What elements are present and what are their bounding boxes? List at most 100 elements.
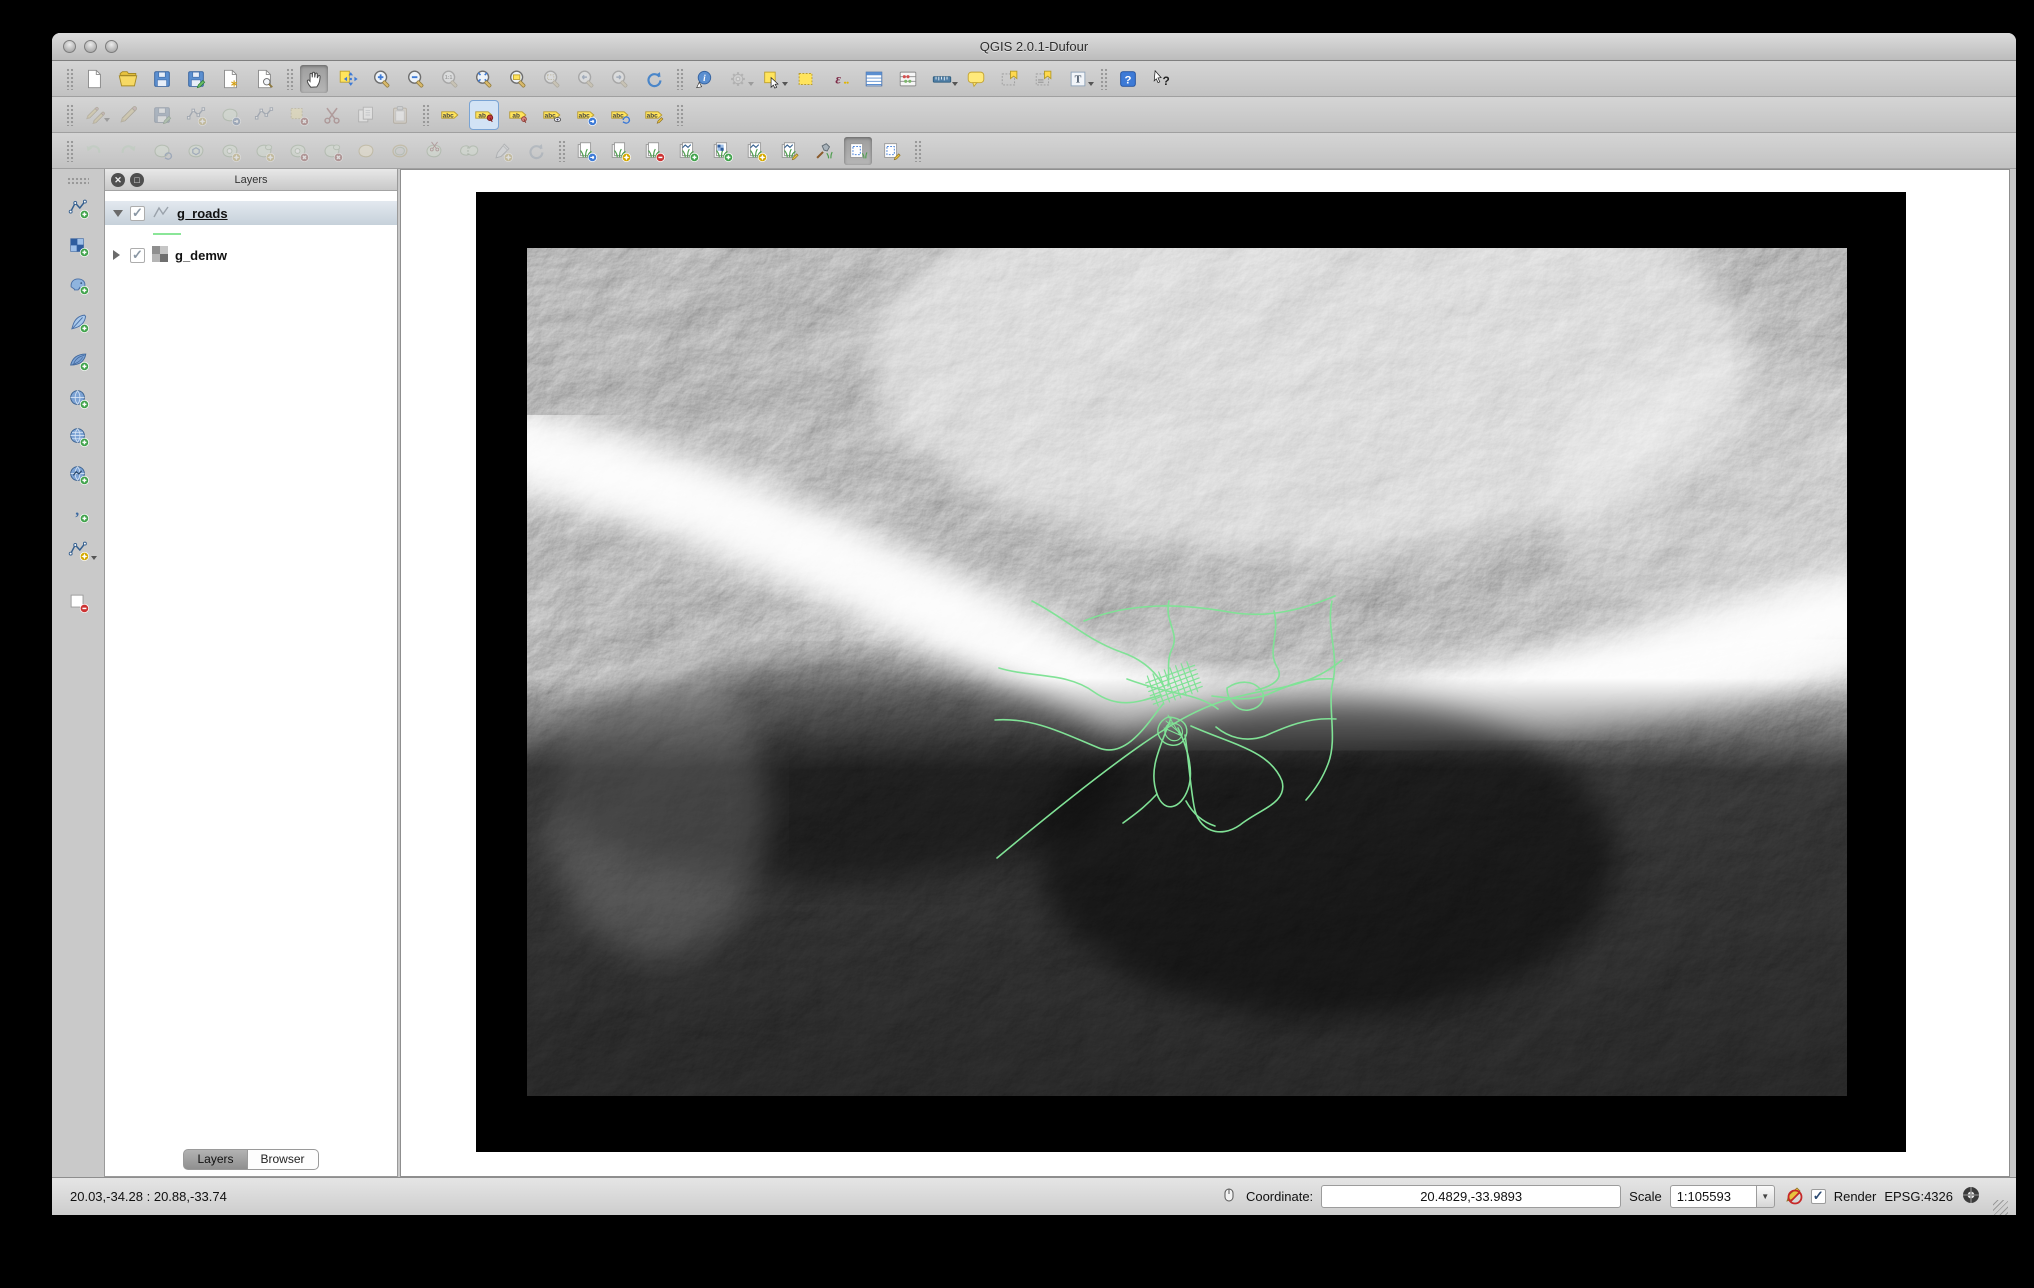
node-tool-icon[interactable] [250, 101, 278, 129]
create-grass-vector-icon[interactable] [742, 137, 770, 165]
simplify-feature-icon[interactable] [182, 137, 210, 165]
select-by-expression-icon[interactable]: ε [826, 65, 854, 93]
open-mapset-icon[interactable] [572, 137, 600, 165]
zoom-next-icon[interactable] [606, 65, 634, 93]
help-contents-icon[interactable]: ? [1114, 65, 1142, 93]
scale-dropdown-icon[interactable]: ▼ [1756, 1185, 1775, 1208]
zoom-window-icon[interactable] [105, 40, 118, 53]
highlight-pinned-labels-icon[interactable]: ab [504, 101, 532, 129]
render-checkbox[interactable] [1811, 1189, 1826, 1204]
merge-features-icon[interactable] [454, 137, 482, 165]
pin-unpin-labels-icon[interactable]: ab [470, 101, 498, 129]
display-grass-region-icon[interactable] [844, 137, 872, 165]
save-layer-edits-icon[interactable] [148, 101, 176, 129]
zoom-last-icon[interactable] [572, 65, 600, 93]
paste-features-icon[interactable] [386, 101, 414, 129]
new-project-icon[interactable] [80, 65, 108, 93]
map-canvas[interactable] [400, 169, 2010, 1177]
tab-browser[interactable]: Browser [248, 1149, 319, 1170]
pan-to-selection-icon[interactable] [334, 65, 362, 93]
toggle-editing-icon[interactable] [114, 101, 142, 129]
layer-label[interactable]: g_roads [177, 206, 228, 221]
add-delimited-text-layer-icon[interactable]: , [61, 495, 95, 529]
identify-features-icon[interactable]: i [690, 65, 718, 93]
show-hide-labels-icon[interactable]: abc [538, 101, 566, 129]
add-part-icon[interactable] [250, 137, 278, 165]
rotate-point-symbols-icon[interactable] [522, 137, 550, 165]
layer-row-g-roads[interactable]: g_roads [105, 201, 397, 225]
undo-icon[interactable] [80, 137, 108, 165]
add-spatialite-layer-icon[interactable] [61, 305, 95, 339]
delete-ring-icon[interactable] [284, 137, 312, 165]
run-feature-action-icon[interactable] [724, 65, 752, 93]
composer-manager-icon[interactable] [250, 65, 278, 93]
add-grass-vector-layer-icon[interactable] [674, 137, 702, 165]
cut-features-icon[interactable] [318, 101, 346, 129]
zoom-to-selection-icon[interactable] [538, 65, 566, 93]
reshape-features-icon[interactable] [352, 137, 380, 165]
add-wfs-layer-icon[interactable] [61, 457, 95, 491]
layer-checkbox[interactable] [130, 206, 145, 221]
zoom-in-icon[interactable] [368, 65, 396, 93]
add-wcs-layer-icon[interactable] [61, 419, 95, 453]
panel-close-icon[interactable]: ✕ [111, 173, 125, 187]
offset-curve-icon[interactable] [386, 137, 414, 165]
scale-input[interactable] [1670, 1185, 1756, 1208]
open-project-icon[interactable] [114, 65, 142, 93]
panel-float-icon[interactable]: □ [130, 173, 144, 187]
layer-label[interactable]: g_demw [175, 248, 227, 263]
edit-grass-region-icon[interactable] [878, 137, 906, 165]
text-annotation-icon[interactable]: T [1064, 65, 1092, 93]
new-print-composer-icon[interactable] [216, 65, 244, 93]
crs-status-icon[interactable] [1961, 1185, 1981, 1208]
map-refresh-icon[interactable] [640, 65, 668, 93]
rotate-feature-icon[interactable] [148, 137, 176, 165]
select-features-icon[interactable] [758, 65, 786, 93]
add-mssql-layer-icon[interactable] [61, 343, 95, 377]
window-resize-grip[interactable] [1993, 1200, 2008, 1215]
mouse-position-icon[interactable] [1220, 1186, 1238, 1207]
zoom-out-icon[interactable] [402, 65, 430, 93]
tab-layers[interactable]: Layers [183, 1149, 247, 1170]
title-bar[interactable]: QGIS 2.0.1-Dufour [52, 33, 2016, 61]
zoom-actual-icon[interactable]: 1:1 [436, 65, 464, 93]
field-calculator-icon[interactable] [894, 65, 922, 93]
zoom-to-layer-icon[interactable] [504, 65, 532, 93]
edit-grass-vector-icon[interactable] [776, 137, 804, 165]
show-bookmarks-icon[interactable] [1030, 65, 1058, 93]
new-bookmark-icon[interactable] [996, 65, 1024, 93]
close-window-icon[interactable] [63, 40, 76, 53]
save-project-icon[interactable] [148, 65, 176, 93]
redo-icon[interactable] [114, 137, 142, 165]
save-project-as-icon[interactable] [182, 65, 210, 93]
new-shapefile-layer-icon[interactable] [61, 533, 95, 567]
move-feature-icon[interactable] [216, 101, 244, 129]
open-attribute-table-icon[interactable] [860, 65, 888, 93]
layer-checkbox[interactable] [130, 248, 145, 263]
zoom-full-icon[interactable] [470, 65, 498, 93]
expander-open-icon[interactable] [113, 210, 123, 217]
open-grass-tools-icon[interactable] [810, 137, 838, 165]
coordinate-input[interactable] [1321, 1185, 1621, 1208]
pan-map-icon[interactable] [300, 65, 328, 93]
add-feature-icon[interactable] [182, 101, 210, 129]
fill-ring-icon[interactable] [488, 137, 516, 165]
add-raster-layer-icon[interactable] [61, 229, 95, 263]
delete-selected-icon[interactable] [284, 101, 312, 129]
layer-row-g-demw[interactable]: g_demw [105, 243, 397, 267]
add-ring-icon[interactable] [216, 137, 244, 165]
copy-features-icon[interactable] [352, 101, 380, 129]
map-tips-icon[interactable] [962, 65, 990, 93]
deselect-all-icon[interactable] [792, 65, 820, 93]
change-label-icon[interactable]: abc [640, 101, 668, 129]
current-edits-icon[interactable] [80, 101, 108, 129]
move-label-icon[interactable]: abc [572, 101, 600, 129]
layer-labeling-options-icon[interactable]: abc [436, 101, 464, 129]
delete-part-icon[interactable] [318, 137, 346, 165]
rotate-label-icon[interactable]: abc [606, 101, 634, 129]
measure-line-icon[interactable] [928, 65, 956, 93]
close-mapset-icon[interactable] [640, 137, 668, 165]
split-features-icon[interactable] [420, 137, 448, 165]
expander-closed-icon[interactable] [113, 250, 123, 260]
scale-lock-icon[interactable] [1783, 1185, 1803, 1208]
